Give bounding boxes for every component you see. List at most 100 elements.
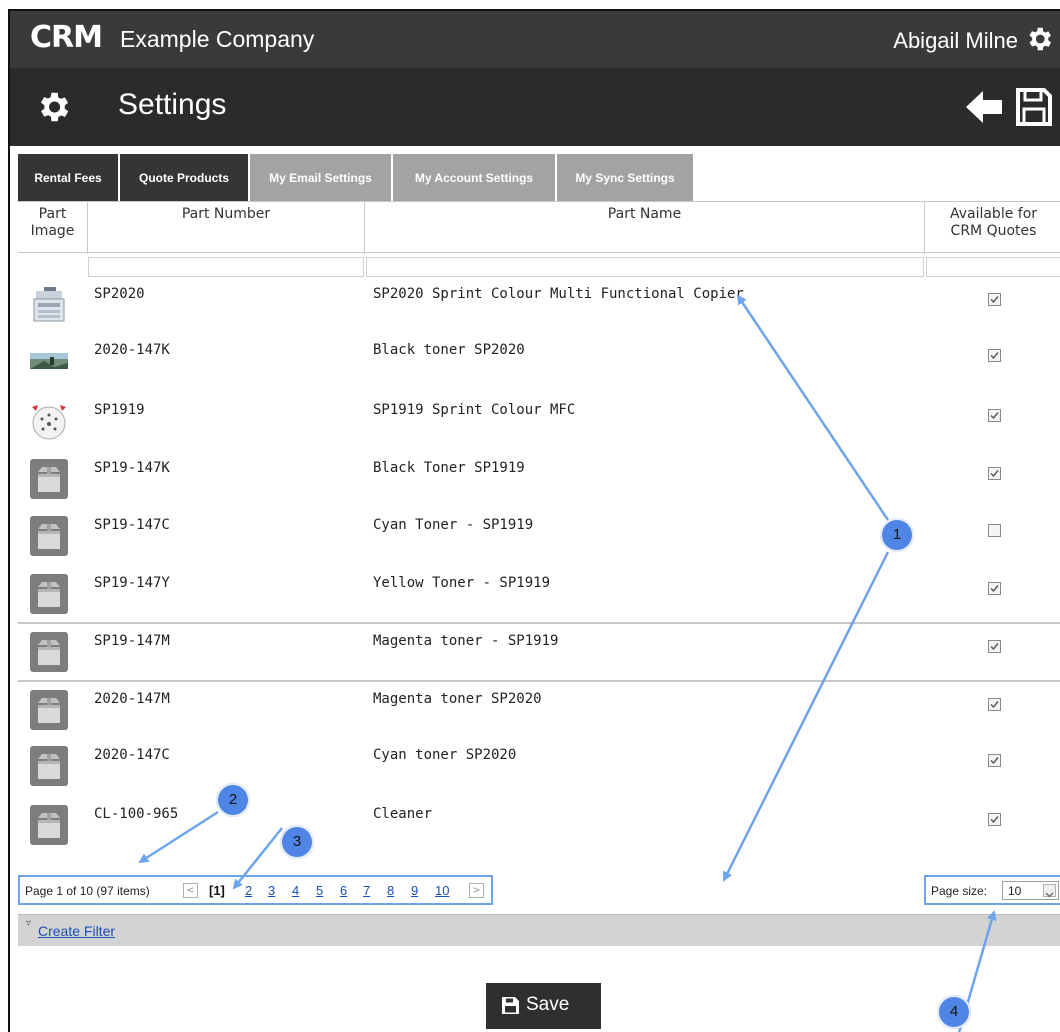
pager-next-button[interactable]: > [469, 883, 484, 898]
page-size-value: 10 [1008, 884, 1022, 898]
pager: Page 1 of 10 (97 items) < [1] 2 3 4 5 6 7 8 9 10 … [18, 875, 493, 905]
pager-page-link[interactable]: 7 [363, 883, 370, 898]
placeholder-image [30, 459, 68, 499]
page-size-label: Page size: [931, 884, 988, 898]
pager-page-link[interactable]: 2 [245, 883, 252, 898]
pager-page-link[interactable]: 3 [268, 883, 275, 898]
callout-3-badge: 3 [280, 825, 314, 859]
available-checkbox[interactable] [988, 467, 1001, 480]
save-button-label: Save [526, 994, 570, 1015]
pager-prev-button[interactable]: < [183, 883, 198, 898]
top-bar: CRM Example Company Abigail Milne [10, 11, 1060, 68]
callout-1-badge: 1 [880, 518, 914, 552]
column-header-part-number[interactable]: Part Number [88, 202, 365, 254]
part-number-cell: SP19-147M [94, 633, 170, 649]
pager-page-link[interactable]: 10 [435, 883, 449, 898]
pager-summary: Page 1 of 10 (97 items) [25, 884, 150, 898]
part-number-cell: SP19-147C [94, 517, 170, 533]
part-number-cell: 2020-147M [94, 691, 170, 707]
pager-page-link[interactable]: 5 [316, 883, 323, 898]
placeholder-image [30, 632, 68, 672]
save-button[interactable]: Save [486, 983, 601, 1029]
available-checkbox[interactable] [988, 582, 1001, 595]
part-name-filter-input[interactable] [366, 257, 924, 277]
tab-quote-products[interactable]: Quote Products [120, 154, 248, 201]
company-name: Example Company [120, 26, 315, 52]
tab-my-sync-settings[interactable]: My Sync Settings [557, 154, 693, 201]
table-row[interactable]: SP19-147M Magenta toner - SP1919 [18, 622, 1060, 680]
pager-current-page[interactable]: [1] [209, 883, 225, 898]
table-row[interactable]: 2020-147K Black toner SP2020 [18, 333, 1060, 391]
column-header-available[interactable]: Available for CRM Quotes [925, 202, 1060, 254]
part-number-cell: SP19-147K [94, 460, 170, 476]
placeholder-image [30, 805, 68, 845]
available-checkbox[interactable] [988, 813, 1001, 826]
available-checkbox[interactable] [988, 524, 1001, 537]
table-row[interactable]: 2020-147C Cyan toner SP2020 [18, 738, 1060, 796]
pager-page-link[interactable]: 9 [411, 883, 418, 898]
part-number-cell: SP2020 [94, 286, 145, 302]
checkmark-icon [990, 296, 999, 304]
available-checkbox[interactable] [988, 349, 1001, 362]
round-image [30, 401, 68, 441]
part-name-cell: Black Toner SP1919 [373, 460, 525, 476]
tab-my-account-settings[interactable]: My Account Settings [393, 154, 555, 201]
page-size-select[interactable]: 10 [1002, 881, 1059, 900]
part-name-cell: SP1919 Sprint Colour MFC [373, 402, 576, 418]
checkmark-icon [990, 643, 999, 651]
pager-page-link[interactable]: 6 [340, 883, 347, 898]
chevron-down-icon[interactable] [1043, 884, 1056, 898]
placeholder-image [30, 516, 68, 556]
page-title: Settings [118, 88, 227, 121]
user-settings-gear-icon[interactable] [1024, 24, 1054, 54]
part-number-filter-input[interactable] [88, 257, 364, 277]
settings-gear-icon [40, 92, 69, 122]
placeholder-image [30, 746, 68, 786]
part-name-cell: Cyan toner SP2020 [373, 747, 517, 763]
part-number-cell: 2020-147K [94, 342, 170, 358]
table-row[interactable]: 2020-147M Magenta toner SP2020 [18, 680, 1060, 738]
available-checkbox[interactable] [988, 698, 1001, 711]
part-name-cell: Cyan Toner - SP1919 [373, 517, 534, 533]
available-filter-input[interactable] [926, 257, 1060, 277]
part-number-cell: SP19-147Y [94, 575, 170, 591]
part-name-cell: Magenta toner - SP1919 [373, 633, 559, 649]
part-number-cell: SP1919 [94, 402, 145, 418]
callout-4-badge: 4 [937, 995, 971, 1029]
table-row[interactable]: SP19-147K Black Toner SP1919 [18, 451, 1060, 509]
filter-row [18, 255, 1060, 277]
available-checkbox[interactable] [988, 409, 1001, 422]
title-bar: Settings [10, 68, 1060, 146]
table-row[interactable]: CL-100-965 Cleaner [18, 797, 1060, 855]
column-header-part-image[interactable]: Part Image [18, 202, 88, 254]
crm-logo[interactable]: CRM [30, 21, 103, 55]
table-row[interactable]: SP19-147Y Yellow Toner - SP1919 [18, 566, 1060, 624]
part-name-cell: Black toner SP2020 [373, 342, 525, 358]
create-filter-link[interactable]: Create Filter [38, 923, 115, 939]
part-number-cell: 2020-147C [94, 747, 170, 763]
table-row[interactable]: SP1919 SP1919 Sprint Colour MFC [18, 393, 1060, 451]
column-header-part-name[interactable]: Part Name [365, 202, 925, 254]
part-number-cell: CL-100-965 [94, 806, 179, 822]
photo-image [30, 341, 68, 381]
save-floppy-icon[interactable] [1014, 86, 1054, 128]
available-checkbox[interactable] [988, 754, 1001, 767]
checkmark-icon [990, 352, 999, 360]
pager-page-link[interactable]: 8 [387, 883, 394, 898]
available-checkbox[interactable] [988, 640, 1001, 653]
tab-my-email-settings[interactable]: My Email Settings [250, 154, 391, 201]
back-arrow-icon[interactable] [964, 88, 1004, 126]
copier-image [30, 285, 68, 325]
checkmark-icon [990, 701, 999, 709]
page-size-control: Page size: 10 [924, 875, 1060, 905]
part-name-cell: Cleaner [373, 806, 433, 822]
available-checkbox[interactable] [988, 293, 1001, 306]
checkmark-icon [990, 470, 999, 478]
user-name[interactable]: Abigail Milne [893, 28, 1018, 54]
funnel-icon: ▿ [26, 918, 32, 929]
pager-page-link[interactable]: 4 [292, 883, 299, 898]
save-floppy-icon [502, 997, 519, 1014]
table-row[interactable]: SP2020 SP2020 Sprint Colour Multi Functio… [18, 277, 1060, 335]
tab-rental-fees[interactable]: Rental Fees [18, 154, 118, 201]
grid-header: Part Image Part Number Part Name Availab… [18, 201, 1060, 254]
